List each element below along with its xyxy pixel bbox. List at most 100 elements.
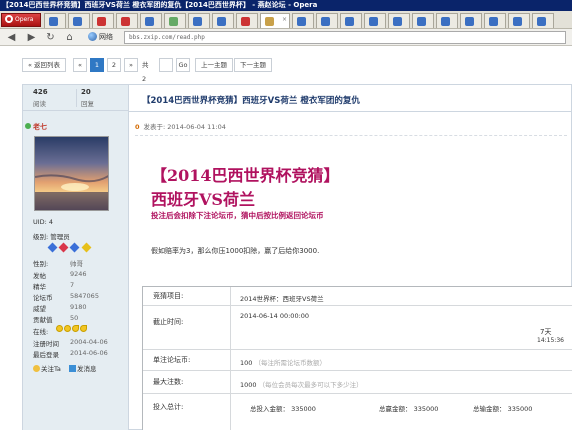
red-icon: [241, 17, 250, 26]
bet-remain-time: 14:15:36: [537, 337, 564, 344]
tab-forum-8[interactable]: [236, 13, 258, 28]
online-level-icons: [56, 325, 88, 334]
red-icon: [97, 17, 106, 26]
online-status-icon: [25, 123, 31, 129]
web-button[interactable]: 网络: [88, 31, 113, 44]
headline-1: 【2014巴西世界杯竞猜】: [151, 166, 340, 185]
reload-icon[interactable]: ↻: [45, 32, 56, 43]
tab-forum-5[interactable]: [140, 13, 162, 28]
sun-icon: [64, 325, 71, 332]
post-meta: 0 发表于: 2014-06-04 11:04: [135, 121, 226, 131]
forum-icon: [321, 17, 330, 26]
posted-time: 发表于: 2014-06-04 11:04: [143, 123, 226, 131]
meta-divider: [135, 135, 567, 136]
home-icon: [265, 17, 274, 26]
tab-forum-10[interactable]: [316, 13, 338, 28]
tab-forum-6[interactable]: [188, 13, 210, 28]
forum-icon: [465, 17, 474, 26]
close-icon[interactable]: ×: [282, 16, 287, 23]
tab-current[interactable]: ×: [260, 13, 290, 28]
forum-icon: [489, 17, 498, 26]
bet-row-deadline: 截止时间: 2014-06-14 00:00:00 7天 14:15:36: [143, 306, 572, 350]
tab-forum-1[interactable]: [44, 13, 66, 28]
bet-deadline-label: 截止时间:: [143, 306, 231, 349]
back-to-list-button[interactable]: « 返回列表: [22, 58, 66, 72]
page-input[interactable]: [159, 58, 173, 72]
username[interactable]: 老七: [33, 122, 47, 132]
opera-logo-icon: [5, 15, 13, 23]
tab-forum-17[interactable]: [484, 13, 506, 28]
tab-forum-14[interactable]: [412, 13, 434, 28]
post-content: 【2014巴西世界杯竞猜】西班牙VS荷兰 橙衣军团的复仇 0 发表于: 2014-…: [129, 85, 572, 430]
tab-forum-9[interactable]: [292, 13, 314, 28]
back-icon[interactable]: ◀: [6, 32, 17, 43]
gold-gem-icon: [81, 242, 92, 253]
user-field-digest: 精华 7: [33, 281, 75, 291]
tab-forum-13[interactable]: [388, 13, 410, 28]
tab-vs[interactable]: [164, 13, 186, 28]
ruby-icon: [58, 242, 69, 253]
tab-forum-11[interactable]: [340, 13, 362, 28]
bet-total-out: 总输金额： 335000: [473, 405, 533, 413]
tab-forum-4[interactable]: [116, 13, 138, 28]
next-topic-button[interactable]: 下一主题: [234, 58, 272, 72]
bet-unit: 100 （每注所需论坛币数额）: [240, 359, 326, 367]
sunset-avatar-image: [35, 137, 108, 210]
message-button[interactable]: 发消息: [68, 365, 96, 373]
go-button[interactable]: Go: [176, 58, 190, 72]
user-field-contribution: 贡献值 50: [33, 314, 79, 324]
tab-forum-16[interactable]: [460, 13, 482, 28]
home-icon[interactable]: ⌂: [64, 32, 75, 43]
moon-icon: [80, 325, 87, 332]
tab-forum-2[interactable]: [68, 13, 90, 28]
forum-icon: [193, 17, 202, 26]
tab-forum-3[interactable]: [92, 13, 114, 28]
tab-forum-19[interactable]: [532, 13, 554, 28]
bet-deadline-value: 2014-06-14 00:00:00: [240, 312, 310, 320]
next-page-button[interactable]: »: [124, 58, 138, 72]
user-field-online: 在线:: [33, 328, 49, 336]
thread-stats: 426 阅读 20 回复: [23, 85, 129, 111]
window-title-bar: 【2014巴西世界杯竞猜】西班牙VS荷兰 橙衣军团的复仇【2014巴西世界杯】 …: [0, 0, 572, 11]
thread-title: 【2014巴西世界杯竞猜】西班牙VS荷兰 橙衣军团的复仇: [142, 96, 360, 106]
message-icon: [68, 365, 76, 372]
level-badges: [47, 242, 92, 253]
forum-icon: [73, 17, 82, 26]
avatar[interactable]: [34, 136, 109, 211]
tab-forum-18[interactable]: [508, 13, 530, 28]
url-field[interactable]: bbs.zxip.com/read.php: [124, 31, 566, 44]
tab-forum-15[interactable]: [436, 13, 458, 28]
floor-number: 0: [135, 123, 140, 131]
opera-menu-button[interactable]: Opera: [1, 13, 41, 27]
headline-2: 西班牙VS荷兰: [151, 190, 255, 209]
tab-forum-7[interactable]: [212, 13, 234, 28]
user-field-gender: 性别: 帅哥: [33, 260, 83, 268]
title-divider: [129, 111, 572, 112]
forum-icon: [537, 17, 546, 26]
replies-count: 20: [81, 88, 91, 96]
page-2-button[interactable]: 2: [107, 58, 121, 72]
bet-project-value: 2014世界杯：西班牙VS荷兰: [240, 295, 324, 303]
forum-icon: [513, 17, 522, 26]
forward-icon[interactable]: ▶: [26, 32, 37, 43]
prev-topic-button[interactable]: 上一主题: [195, 58, 233, 72]
moon-icon: [72, 325, 79, 332]
tab-strip: Opera ×: [0, 11, 572, 29]
vs-icon: [169, 17, 178, 26]
page-1-button[interactable]: 1: [90, 58, 104, 72]
replies-label: 回复: [81, 100, 94, 108]
prev-page-button[interactable]: «: [73, 58, 87, 72]
bet-max: 1000 （每位会员每次最多可以下多少注）: [240, 381, 363, 389]
user-field-coins: 论坛币 5847065: [33, 292, 99, 302]
forum-icon: [441, 17, 450, 26]
bet-row-unit: 单注论坛币: 100 （每注所需论坛币数额）: [143, 350, 572, 371]
user-level: 级别: 管理员: [33, 233, 70, 241]
forum-icon: [145, 17, 154, 26]
bet-project-label: 竞猜项目:: [143, 287, 231, 305]
sapphire-icon: [47, 242, 58, 253]
follow-button[interactable]: 关注Ta: [33, 365, 61, 373]
promo-text: 投注后会扣除下注论坛币，猜中后按比例返回论坛币: [151, 211, 324, 220]
bet-unit-label: 单注论坛币:: [143, 350, 231, 370]
bet-row-project: 竞猜项目: 2014世界杯：西班牙VS荷兰: [143, 287, 572, 306]
tab-forum-12[interactable]: [364, 13, 386, 28]
